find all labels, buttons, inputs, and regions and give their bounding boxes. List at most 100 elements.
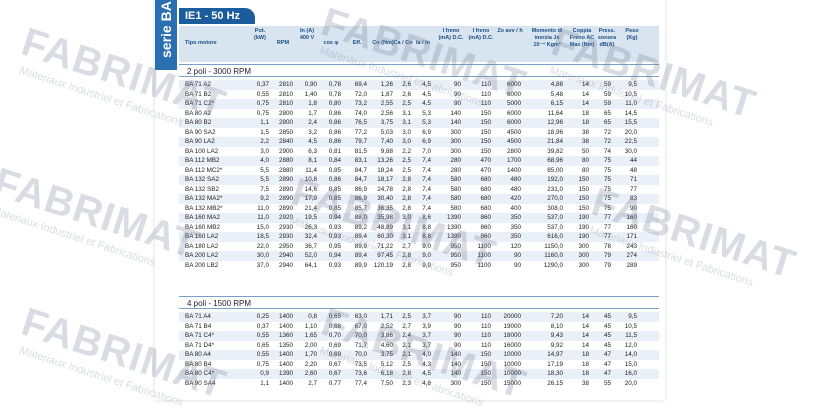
table-cell: 350 bbox=[510, 223, 521, 231]
page-title: IE1 - 50 Hz bbox=[179, 8, 255, 24]
table-cell: 1390 bbox=[446, 223, 461, 231]
table-row: BA 71 D4* 0,65 1350 2,00 0,69 71,7 4,60 2,1 3,7 9… bbox=[179, 341, 659, 351]
table-cell: 0,80 bbox=[328, 100, 341, 107]
table-cell: 30,0 bbox=[256, 252, 269, 259]
table-cell: 2,8 bbox=[402, 252, 411, 259]
table-cell: 950 bbox=[450, 261, 461, 269]
table-cell: 2850 bbox=[278, 128, 293, 136]
table-cell: 32,4 bbox=[304, 233, 317, 240]
table-cell: 6,3 bbox=[308, 147, 317, 155]
table-cell: 8,8 bbox=[422, 233, 431, 240]
table-row: BA 71 C2* 0,75 2810 1,8 0,80 73,2 2,55 2,5 4,5 90… bbox=[179, 99, 659, 109]
series-label: serie BA bbox=[158, 1, 174, 58]
table-cell: 1160,0 bbox=[544, 252, 563, 259]
table-cell: 289 bbox=[626, 261, 637, 269]
table-cell: 2,52 bbox=[380, 322, 393, 330]
motor-type-cell: BA 132 MB2* bbox=[185, 204, 223, 212]
table-cell: 150 bbox=[578, 176, 589, 183]
table-cell: 6000 bbox=[506, 81, 521, 88]
table-cell: 90 bbox=[453, 332, 461, 339]
table-cell: 1,40 bbox=[304, 90, 317, 98]
table-cell: 11,0 bbox=[257, 214, 269, 221]
table-cell: 9,0 bbox=[422, 261, 431, 269]
motor-type-cell: BA 71 D4* bbox=[185, 341, 215, 349]
table-cell: 45 bbox=[603, 322, 611, 330]
table-cell: 4,5 bbox=[422, 90, 431, 98]
col-header: Pot. (kW) bbox=[254, 28, 266, 41]
table-cell: 37,0 bbox=[256, 261, 269, 269]
table-cell: 5000 bbox=[506, 100, 521, 107]
table-cell: 77,2 bbox=[354, 128, 367, 136]
table-cell: 3,86 bbox=[380, 332, 393, 339]
col-header: In (A) 400 V bbox=[299, 28, 315, 41]
table-cell: 90 bbox=[513, 261, 521, 269]
table-cell: 150 bbox=[480, 351, 491, 358]
table-cell: 4,5 bbox=[422, 370, 431, 377]
table-cell: 3,9 bbox=[422, 322, 431, 330]
table-cell: 71,7 bbox=[354, 341, 367, 349]
table-cell: 15,5 bbox=[624, 119, 637, 126]
table-cell: 1,87 bbox=[380, 90, 393, 98]
table-cell: 84,7 bbox=[354, 166, 367, 174]
table-cell: 10,5 bbox=[624, 90, 637, 98]
table-cell: 85,00 bbox=[547, 166, 563, 174]
table-cell: 110 bbox=[480, 332, 491, 339]
table-cell: 4,5 bbox=[422, 81, 431, 88]
table-cell: 580 bbox=[450, 185, 461, 193]
table-cell: 79,7 bbox=[354, 138, 367, 145]
table-cell: 3,0 bbox=[402, 214, 411, 221]
table-cell: 76,5 bbox=[354, 119, 367, 126]
motor-type-cell: BA 71 C2* bbox=[185, 100, 215, 107]
table-cell: 65 bbox=[603, 109, 611, 117]
table-cell: 11,0 bbox=[257, 204, 269, 212]
table-cell: 150 bbox=[578, 185, 589, 193]
table-cell: 72,0 bbox=[354, 90, 367, 98]
table-cell: 48,89 bbox=[377, 223, 393, 231]
table-cell: 4,5 bbox=[308, 138, 317, 145]
table-cell: 2,5 bbox=[402, 360, 411, 368]
table-cell: 26,15 bbox=[547, 379, 563, 387]
table-cell: 14 bbox=[581, 322, 589, 330]
table-cell: 18,5 bbox=[256, 233, 269, 240]
table-cell: 2930 bbox=[278, 233, 293, 240]
table-row: BA 132 MA2* 9,2 2890 17,9 0,85 86,9 30,40 2,8 7,… bbox=[179, 194, 659, 204]
table-cell: 2890 bbox=[278, 176, 293, 183]
table-cell: 110 bbox=[480, 341, 491, 349]
table-cell: 0,68 bbox=[328, 322, 341, 330]
table-cell: 2890 bbox=[278, 185, 293, 193]
table-row: BA 160 MA2 11,0 2920 19,5 0,94 88,0 35,98 3,0 8,… bbox=[179, 213, 659, 223]
table-cell: 150 bbox=[480, 128, 491, 136]
table-cell: 44 bbox=[629, 157, 637, 164]
table-row: BA 80 A2 0,75 2800 1,7 0,86 74,0 2,56 3,1 5,3 140… bbox=[179, 109, 659, 119]
table-cell: 2,8 bbox=[402, 195, 411, 202]
table-cell: 2,8 bbox=[402, 176, 411, 183]
table-cell: 0,69 bbox=[328, 341, 341, 349]
table-cell: 8,1 bbox=[308, 157, 317, 164]
table-cell: 2,7 bbox=[308, 379, 317, 387]
table-cell: 16000 bbox=[503, 341, 521, 349]
table-cell: 14,6 bbox=[304, 185, 317, 193]
table-cell: 80 bbox=[581, 166, 589, 174]
table-cell: 90 bbox=[453, 313, 461, 320]
motor-type-cell: BA 160 LA2 bbox=[185, 233, 219, 240]
table-cell: 150 bbox=[578, 195, 589, 202]
table-cell: 18 bbox=[581, 370, 589, 377]
table-cell: 3,7 bbox=[422, 341, 431, 349]
table-cell: 2800 bbox=[278, 119, 293, 126]
table-cell: 1100 bbox=[477, 242, 491, 250]
table-cell: 190 bbox=[578, 214, 589, 221]
table-cell: 77,4 bbox=[354, 379, 367, 387]
table-cell: 1290,0 bbox=[543, 261, 563, 269]
table-cell: 1390 bbox=[446, 214, 461, 221]
table-cell: 10000 bbox=[503, 351, 521, 358]
table-cell: 64,1 bbox=[304, 261, 317, 269]
table-cell: 1,1 bbox=[260, 119, 269, 126]
table-cell: 0,75 bbox=[256, 109, 269, 117]
table-cell: 45 bbox=[603, 332, 611, 339]
table-cell: 0,86 bbox=[328, 176, 341, 183]
motor-type-cell: BA 71 A4 bbox=[185, 313, 211, 320]
table-cell: 2880 bbox=[278, 157, 293, 164]
table-cell: 192,0 bbox=[547, 176, 563, 183]
table-cell: 30,40 bbox=[377, 195, 393, 202]
section-header: 2 poli - 3000 RPM bbox=[179, 64, 659, 77]
